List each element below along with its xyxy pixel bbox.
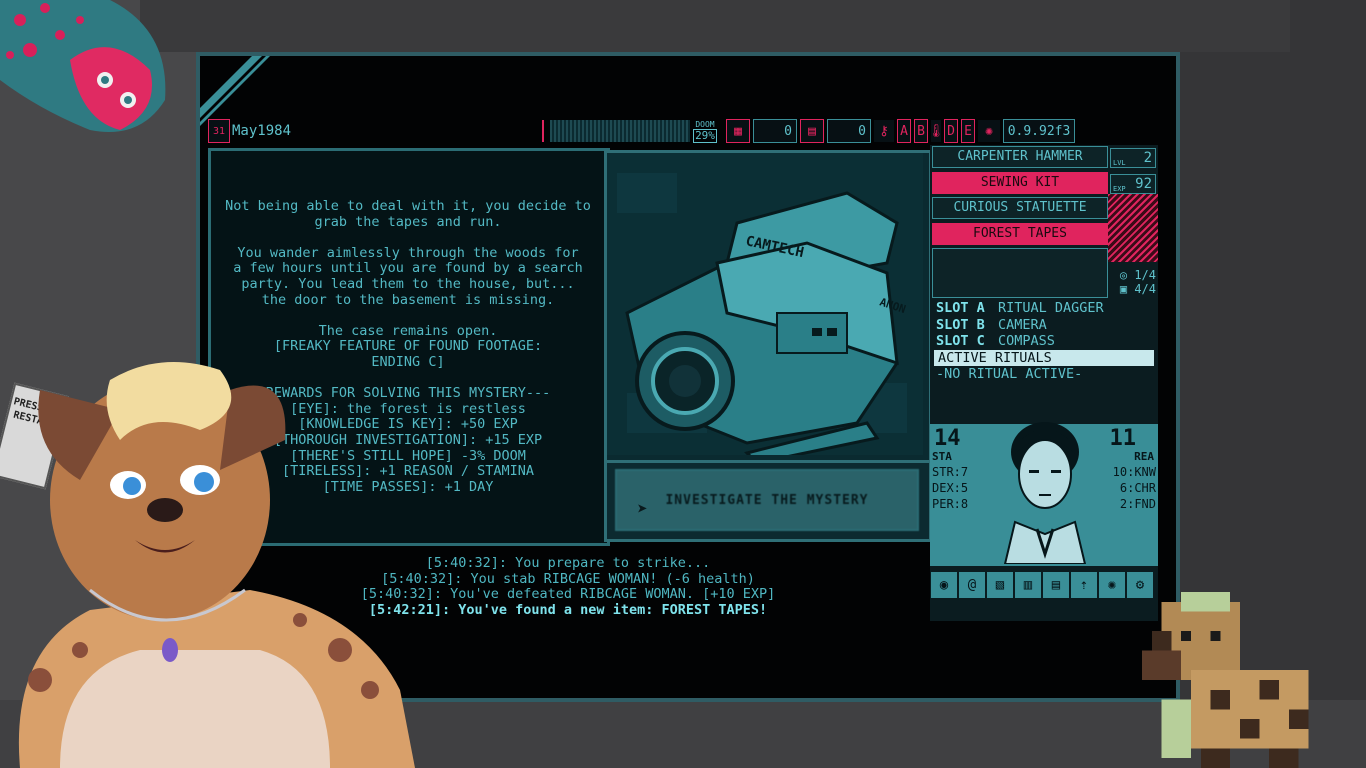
slot-b-label: SLOT B — [936, 316, 985, 333]
key-icon[interactable]: ⚷ — [874, 120, 894, 142]
level-label: LVL — [1113, 159, 1126, 167]
stat-knw: 10:KNW — [1112, 465, 1156, 479]
doom-value: 29% — [693, 128, 717, 143]
inventory-item-empty[interactable] — [932, 248, 1108, 298]
slot-c-label: SLOT C — [936, 333, 985, 349]
octopus-icon: ✺ — [978, 120, 1000, 142]
doom-label: DOOM — [695, 119, 715, 129]
cart-icon[interactable]: ▤ — [800, 119, 824, 143]
character-portrait — [1003, 422, 1087, 564]
count-2: 4/4 — [1134, 282, 1156, 296]
eye-icon[interactable]: ◉ — [931, 572, 957, 598]
rituals-header: ACTIVE RITUALS — [934, 349, 1154, 366]
creature-icon[interactable]: ✺ — [1099, 572, 1125, 598]
map-icon[interactable]: ▧ — [987, 572, 1013, 598]
spiral-icon[interactable]: @ — [959, 572, 985, 598]
level-box: LVL 2 — [1110, 148, 1156, 168]
stream-frame-top — [140, 0, 1290, 52]
pixel-hyena — [1142, 592, 1309, 768]
level-value: 2 — [1143, 150, 1152, 166]
inventory-item-forest-tapes[interactable]: FOREST TAPES — [932, 223, 1108, 245]
count-1: 1/4 — [1134, 268, 1156, 282]
thermometer-icon: 🌡 — [928, 120, 944, 142]
inventory-item-hammer[interactable]: CARPENTER HAMMER — [932, 146, 1108, 168]
reason-value: 11 — [1109, 426, 1137, 451]
slot-c-value[interactable]: COMPASS — [998, 333, 1055, 349]
chart-icon[interactable]: ▤ — [1043, 572, 1069, 598]
doom-progress — [550, 120, 690, 142]
slot-a-value[interactable]: RITUAL DAGGER — [998, 300, 1104, 316]
reason-label: REA — [1134, 450, 1154, 463]
action-button-panel: INVESTIGATE THE MYSTERY ➤ — [604, 460, 932, 542]
slot-b-value[interactable]: CAMERA — [998, 317, 1047, 333]
stat-chr: 6:CHR — [1119, 481, 1156, 495]
counter-1: 0 — [753, 119, 797, 143]
exp-box: EXP 92 — [1110, 174, 1156, 194]
stat-dex: DEX:5 — [932, 481, 969, 495]
date-label: May1984 — [232, 120, 544, 142]
stat-str: STR:7 — [932, 465, 969, 479]
investigate-button[interactable]: INVESTIGATE THE MYSTERY — [615, 469, 919, 531]
slot-a-label: SLOT A — [936, 300, 985, 316]
stamina-label: STA — [932, 450, 952, 463]
bag-icon: ▣ — [1119, 282, 1128, 296]
letter-a: A — [897, 119, 911, 143]
gift-icon[interactable]: ▦ — [726, 119, 750, 143]
action-icon-bar: ◉ @ ▧ ▥ ▤ ⇡ ✺ ⚙ — [930, 570, 1158, 600]
exp-label: EXP — [1113, 185, 1126, 193]
inventory-item-sewing-kit[interactable]: SEWING KIT — [932, 172, 1108, 194]
side-decor — [1108, 194, 1158, 262]
status-bar: 31 May1984 DOOM 29% ▦ 0 ▤ 0 ⚷ A B 🌡 D E … — [208, 117, 1156, 145]
stamina-value: 14 — [934, 426, 961, 451]
counter-2: 0 — [827, 119, 871, 143]
exp-value: 92 — [1135, 176, 1152, 192]
inventory-item-statuette[interactable]: CURIOUS STATUETTE — [932, 197, 1108, 219]
upload-icon[interactable]: ⇡ — [1071, 572, 1097, 598]
version-label: 0.9.92f3 — [1003, 119, 1075, 143]
letter-e: E — [961, 119, 975, 143]
equipment-slots: SLOT A RITUAL DAGGER SLOT B CAMERA SLOT C C… — [934, 300, 1154, 383]
rituals-value: -NO RITUAL ACTIVE- — [936, 366, 1083, 382]
letter-d: D — [944, 119, 958, 143]
spiral-icon: ◎ — [1119, 268, 1128, 282]
creature-overlay — [0, 0, 166, 132]
notebook-icon[interactable]: ▥ — [1015, 572, 1041, 598]
corner-stripes — [200, 56, 270, 126]
hyena-avatar — [18, 362, 416, 768]
stat-fnd: 2:FND — [1119, 497, 1156, 511]
stat-per: PER:8 — [932, 497, 969, 511]
letter-b: B — [914, 119, 928, 143]
calendar-icon: 31 — [208, 119, 230, 143]
cursor-icon: ➤ — [637, 499, 648, 520]
camcorder-illustration: CAMTECH ANON — [607, 153, 923, 465]
illustration-panel: CAMTECH ANON — [604, 150, 932, 465]
